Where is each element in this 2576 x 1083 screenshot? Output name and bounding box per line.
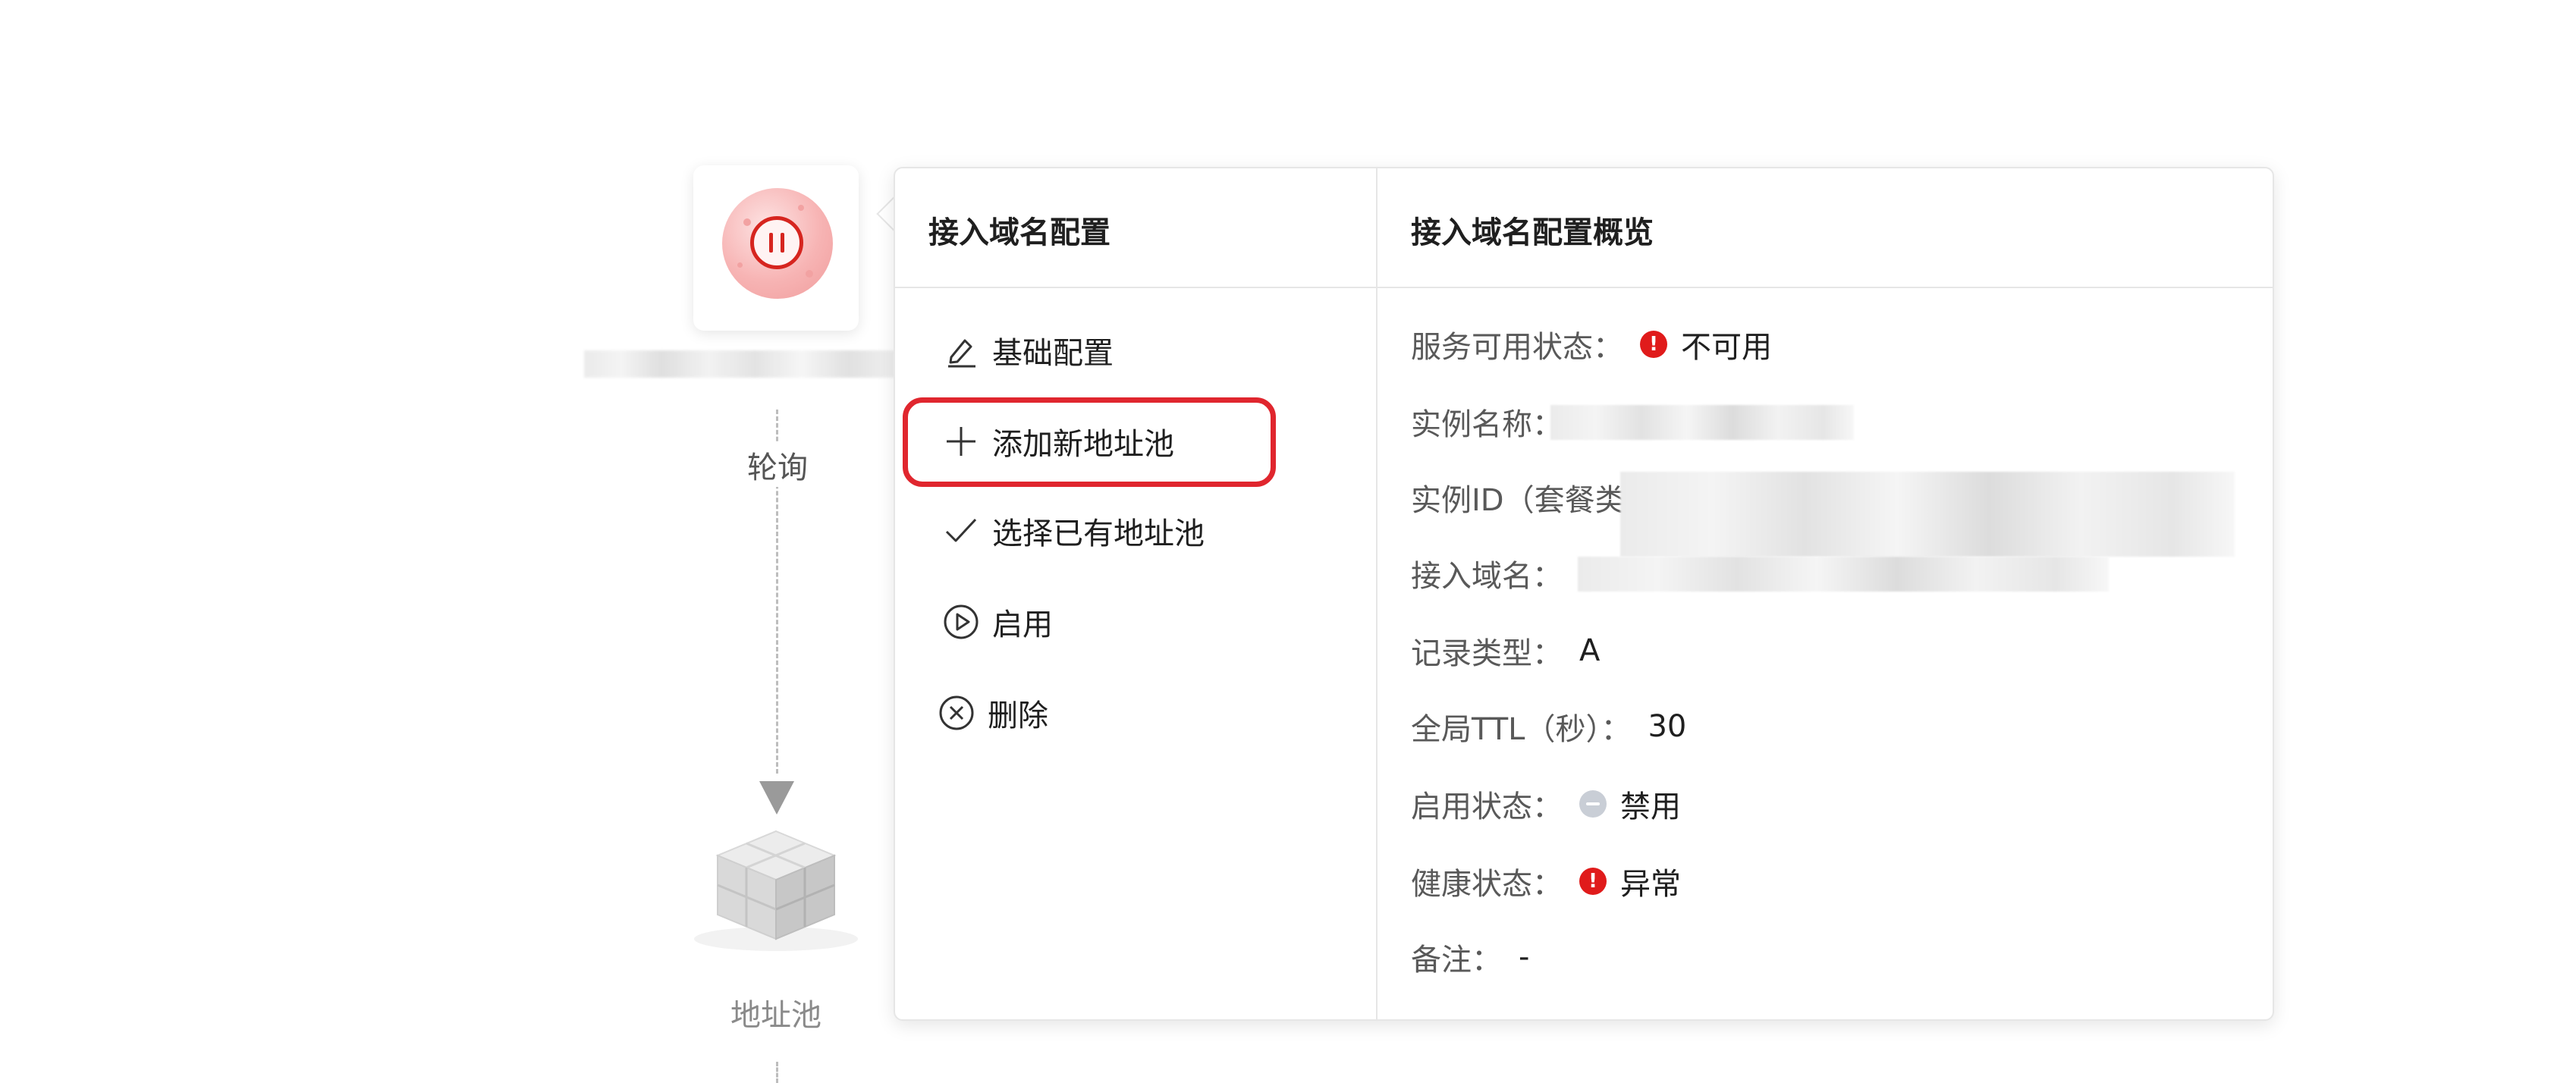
- panel-divider: [1376, 168, 1378, 1019]
- overview-record-type: 记录类型： A: [1411, 633, 1601, 671]
- overview-remark: 备注： -: [1411, 940, 1530, 978]
- menu-item-enable[interactable]: 启用: [941, 599, 1053, 645]
- check-icon: [941, 510, 982, 551]
- remark-value: -: [1519, 940, 1530, 975]
- menu-item-label: 启用: [992, 607, 1053, 642]
- instance-id-redacted: [1620, 472, 2235, 557]
- menu-item-label: 选择已有地址池: [992, 516, 1205, 551]
- menu-item-label: 基础配置: [992, 336, 1114, 371]
- overview-health-status: 健康状态： ! 异常: [1411, 859, 1681, 904]
- enable-status-value: 禁用: [1620, 789, 1681, 824]
- instance-name-redacted: [1550, 405, 1854, 440]
- menu-item-label: 删除: [988, 698, 1048, 733]
- overview-instance-id: 实例ID（套餐类: [1411, 483, 1626, 518]
- config-popover: 接入域名配置 接入域名配置概览 基础配置 添加新地址池 选择已有地址池 启用 删…: [894, 167, 2274, 1021]
- overview-title: 接入域名配置概览: [1411, 215, 1654, 250]
- overview-service-status: 服务可用状态： ! 不可用: [1411, 322, 1772, 367]
- paused-status-icon: [722, 188, 833, 299]
- record-type-value: A: [1579, 633, 1601, 668]
- flow-edge-label: 轮询: [740, 443, 815, 487]
- menu-item-label: 添加新地址池: [992, 427, 1174, 462]
- error-icon: !: [1579, 868, 1607, 895]
- menu-item-select-existing-pool[interactable]: 选择已有地址池: [941, 508, 1205, 554]
- overview-access-domain: 接入域名：: [1411, 559, 1563, 594]
- flow-edge-line-lower: [776, 1062, 778, 1083]
- overview-global-ttl: 全局TTL（秒）： 30: [1411, 709, 1687, 747]
- menu-item-basic-config[interactable]: 基础配置: [941, 328, 1114, 373]
- close-circle-icon: [936, 692, 977, 733]
- address-pool-label: 地址池: [730, 998, 821, 1033]
- panel-header-divider: [895, 287, 2273, 288]
- cube-stack-icon: [694, 830, 858, 951]
- global-ttl-value: 30: [1648, 709, 1687, 744]
- node-name-redacted: [584, 350, 895, 378]
- access-domain-redacted: [1578, 557, 2109, 592]
- plus-icon: [941, 421, 982, 462]
- address-pool-node[interactable]: [690, 825, 862, 954]
- error-icon: !: [1640, 331, 1667, 358]
- service-status-value: 不可用: [1681, 330, 1772, 365]
- access-domain-node[interactable]: [693, 165, 859, 331]
- menu-title: 接入域名配置: [928, 215, 1111, 250]
- edit-icon: [941, 330, 982, 371]
- menu-item-add-new-pool[interactable]: 添加新地址池: [941, 419, 1174, 464]
- canvas: 轮询 地址池 接入域名配置 接入域名配置概览 基础配置 添加新地址池 选择已有地…: [0, 0, 2576, 1083]
- flow-arrow-icon: [759, 781, 794, 815]
- disabled-icon: [1579, 790, 1607, 818]
- menu-item-delete[interactable]: 删除: [936, 690, 1048, 736]
- overview-enable-status: 启用状态： 禁用: [1411, 781, 1681, 827]
- play-circle-icon: [941, 601, 982, 642]
- health-status-value: 异常: [1620, 867, 1681, 902]
